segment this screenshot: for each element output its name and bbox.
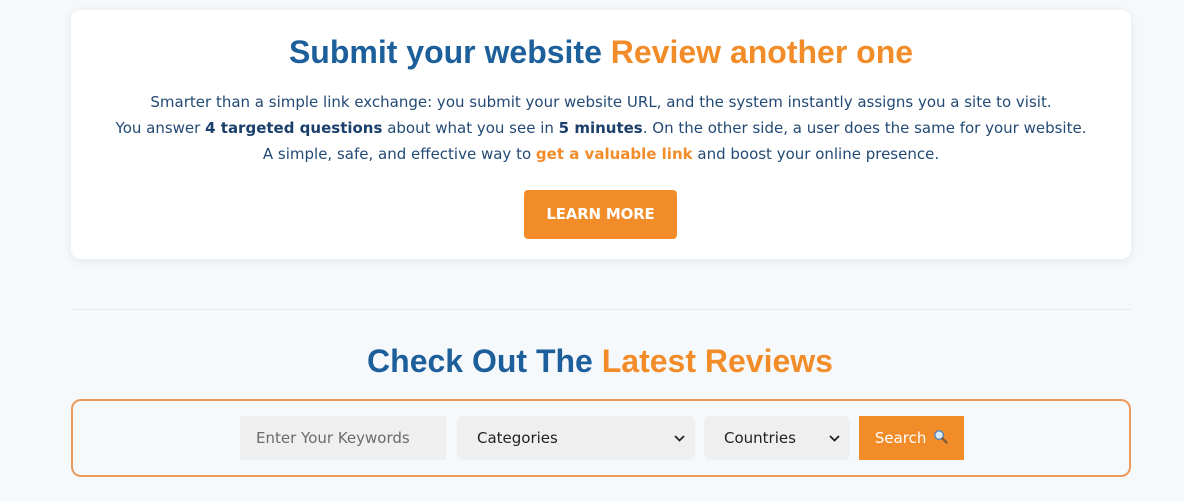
- card-title: Submit your website Review another one: [71, 32, 1131, 72]
- card-title-part2: Review another one: [610, 34, 914, 70]
- keyword-search-input[interactable]: [240, 416, 446, 460]
- line3-text-a: A simple, safe, and effective way to: [262, 145, 536, 163]
- categories-selected-value: Categories: [477, 429, 558, 447]
- search-button[interactable]: Search: [859, 416, 964, 460]
- learn-more-button[interactable]: LEARN MORE: [524, 190, 677, 239]
- search-button-label: Search: [874, 429, 927, 447]
- line3-highlight: get a valuable link: [535, 145, 693, 163]
- countries-select[interactable]: Countries: [704, 416, 850, 460]
- section-divider: [71, 309, 1131, 310]
- line2-text-e: . On the other side, a user does the sam…: [642, 119, 1087, 137]
- latest-reviews-title: Check Out The Latest Reviews: [0, 341, 1184, 381]
- line2-text-c: about what you see in: [382, 119, 559, 137]
- description-line-3: A simple, safe, and effective way to get…: [71, 141, 1131, 167]
- line2-emphasis-questions: 4 targeted questions: [205, 119, 383, 137]
- line3-text-c: and boost your online presence.: [692, 145, 940, 163]
- chevron-down-icon: [673, 416, 685, 460]
- latest-reviews-title-part2: Latest Reviews: [601, 343, 833, 379]
- chevron-down-icon: [828, 416, 840, 460]
- line2-text-a: You answer: [115, 119, 206, 137]
- description-line-1: Smarter than a simple link exchange: you…: [150, 93, 1052, 111]
- countries-selected-value: Countries: [724, 429, 796, 447]
- magnifier-icon: [933, 417, 948, 461]
- line2-emphasis-minutes: 5 minutes: [558, 119, 643, 137]
- review-search-bar: Categories Countries Search: [71, 399, 1131, 477]
- description-line-2: You answer 4 targeted questions about wh…: [71, 115, 1131, 141]
- categories-select[interactable]: Categories: [457, 416, 695, 460]
- latest-reviews-title-part1: Check Out The: [367, 343, 593, 379]
- card-description: Smarter than a simple link exchange: you…: [71, 89, 1131, 167]
- submit-website-card: Submit your website Review another one S…: [71, 10, 1131, 259]
- card-title-part1: Submit your website: [288, 34, 602, 70]
